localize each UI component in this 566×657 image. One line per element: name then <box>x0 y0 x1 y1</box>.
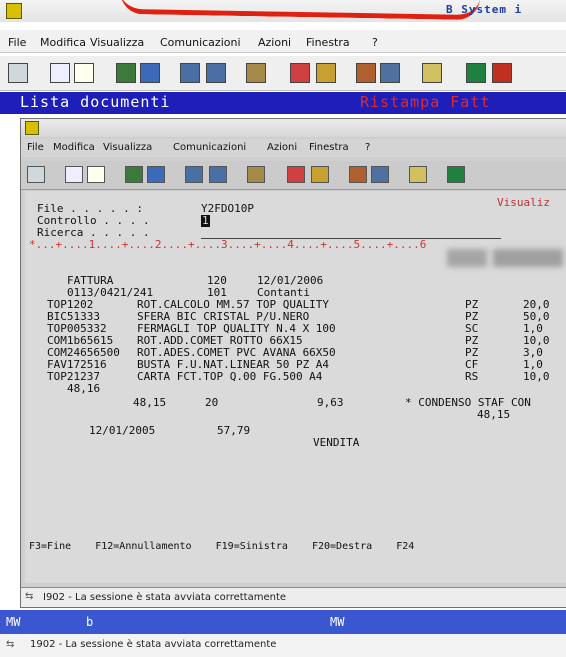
app-icon[interactable] <box>6 3 22 19</box>
inner-display-alt-icon[interactable] <box>209 166 227 183</box>
due-amount: 57,79 <box>217 424 251 437</box>
screen-subtitle: Ristampa Fatt <box>360 93 491 111</box>
inner-menu-finestra[interactable]: Finestra <box>309 142 349 153</box>
inner-macro-icon[interactable] <box>247 166 265 183</box>
inner-copy-icon[interactable] <box>65 166 83 183</box>
inner-globe-icon[interactable] <box>447 166 465 183</box>
menu-help[interactable]: ? <box>372 36 378 49</box>
vat-total: 48,15 <box>477 408 511 421</box>
menu-finestra[interactable]: Finestra <box>306 36 350 49</box>
screen-title: Lista documenti <box>20 93 171 111</box>
inner-keymap-icon[interactable] <box>371 166 389 183</box>
inner-menu-bar: File Modifica Visualizza Comunicazioni A… <box>21 139 566 157</box>
terminal-screen[interactable]: Visualiz File . . . . . : Y2FDO10P Contr… <box>25 191 566 583</box>
inner-toolbar <box>21 161 566 190</box>
inner-status-message: I902 - La sessione è stata avviata corre… <box>43 592 287 603</box>
inner-send-icon[interactable] <box>125 166 143 183</box>
keyboard-icon[interactable] <box>356 63 376 83</box>
inner-session-window: File Modifica Visualizza Comunicazioni A… <box>20 118 566 608</box>
file-value: Y2FDO10P <box>201 202 254 215</box>
vat-base: 48,15 <box>133 396 167 409</box>
paste-icon[interactable] <box>74 63 94 83</box>
play-icon[interactable] <box>316 63 336 83</box>
menu-azioni[interactable]: Azioni <box>258 36 291 49</box>
menu-comunicazioni[interactable]: Comunicazioni <box>160 36 241 49</box>
screen-header-band: Lista documenti Ristampa Fatt <box>0 92 566 114</box>
inner-paste-icon[interactable] <box>87 166 105 183</box>
inner-display-icon[interactable] <box>185 166 203 183</box>
sale-type: VENDITA <box>313 436 360 449</box>
inner-menu-help[interactable]: ? <box>365 142 370 153</box>
inner-print-icon[interactable] <box>27 166 45 183</box>
column-ruler: *...+....1....+....2....+....3....+....4… <box>29 238 427 251</box>
receive-icon[interactable] <box>140 63 160 83</box>
outer-menu-bar: File Modifica Visualizza Comunicazioni A… <box>0 30 566 53</box>
due-date: 12/01/2005 <box>89 424 156 437</box>
session-connected-icon: ⇆ <box>6 639 15 650</box>
system-label: B System i <box>446 3 523 16</box>
inner-menu-azioni[interactable]: Azioni <box>267 142 297 153</box>
inner-app-icon[interactable] <box>25 121 39 135</box>
record-icon[interactable] <box>290 63 310 83</box>
outer-title-bar: B System i <box>0 0 566 22</box>
inner-title-bar <box>21 119 566 137</box>
bottom-oia-bar: MW b MW <box>0 610 566 634</box>
inner-play-icon[interactable] <box>311 166 329 183</box>
function-keys[interactable]: F3=Fine F12=Annullamento F19=Sinistra F2… <box>29 541 414 553</box>
oia-mid: b <box>86 615 94 629</box>
vat-note: * CONDENSO STAF CON <box>405 396 531 409</box>
bottom-status-bar: ⇆ 1902 - La sessione è stata avviata cor… <box>0 634 566 657</box>
row-desc: CARTA FCT.TOP Q.00 FG.500 A4 <box>137 370 323 383</box>
inner-menu-file[interactable]: File <box>27 142 44 153</box>
menu-file[interactable]: File <box>8 36 26 49</box>
redacted-area-2 <box>493 249 563 267</box>
copy-icon[interactable] <box>50 63 70 83</box>
controllo-input[interactable]: 1 <box>201 215 210 227</box>
vat-rate: 20 <box>205 396 219 409</box>
row-um: RS <box>465 370 479 383</box>
vat-amount: 9,63 <box>317 396 344 409</box>
oia-left: MW <box>6 615 21 629</box>
inner-keyboard-icon[interactable] <box>349 166 367 183</box>
red-annotation-mark <box>119 0 481 21</box>
oia-right: MW <box>330 615 345 629</box>
menu-visualizza[interactable]: Visualizza <box>90 36 144 49</box>
session-connected-icon: ⇆ <box>25 591 34 602</box>
inner-menu-comunicazioni[interactable]: Comunicazioni <box>173 142 246 153</box>
row-qty: 10,0 <box>523 370 550 383</box>
menu-modifica[interactable]: Modifica <box>40 36 86 49</box>
keymap-icon[interactable] <box>380 63 400 83</box>
display-icon[interactable] <box>180 63 200 83</box>
inner-record-icon[interactable] <box>287 166 305 183</box>
inner-status-bar: ⇆ I902 - La sessione è stata avviata cor… <box>21 587 566 607</box>
inner-menu-visualizza[interactable]: Visualizza <box>103 142 152 153</box>
tools-icon[interactable] <box>492 63 512 83</box>
send-icon[interactable] <box>116 63 136 83</box>
inner-menu-modifica[interactable]: Modifica <box>53 142 95 153</box>
redacted-area <box>447 249 487 267</box>
notes-icon[interactable] <box>422 63 442 83</box>
macro-icon[interactable] <box>246 63 266 83</box>
bottom-status-message: 1902 - La sessione è stata avviata corre… <box>30 639 277 650</box>
print-screen-icon[interactable] <box>8 63 28 83</box>
outer-toolbar <box>0 56 566 91</box>
total-taxable: 48,16 <box>67 382 101 395</box>
display-alt-icon[interactable] <box>206 63 226 83</box>
screen-mode-label: Visualiz <box>497 196 550 209</box>
inner-notes-icon[interactable] <box>409 166 427 183</box>
inner-receive-icon[interactable] <box>147 166 165 183</box>
globe-icon[interactable] <box>466 63 486 83</box>
